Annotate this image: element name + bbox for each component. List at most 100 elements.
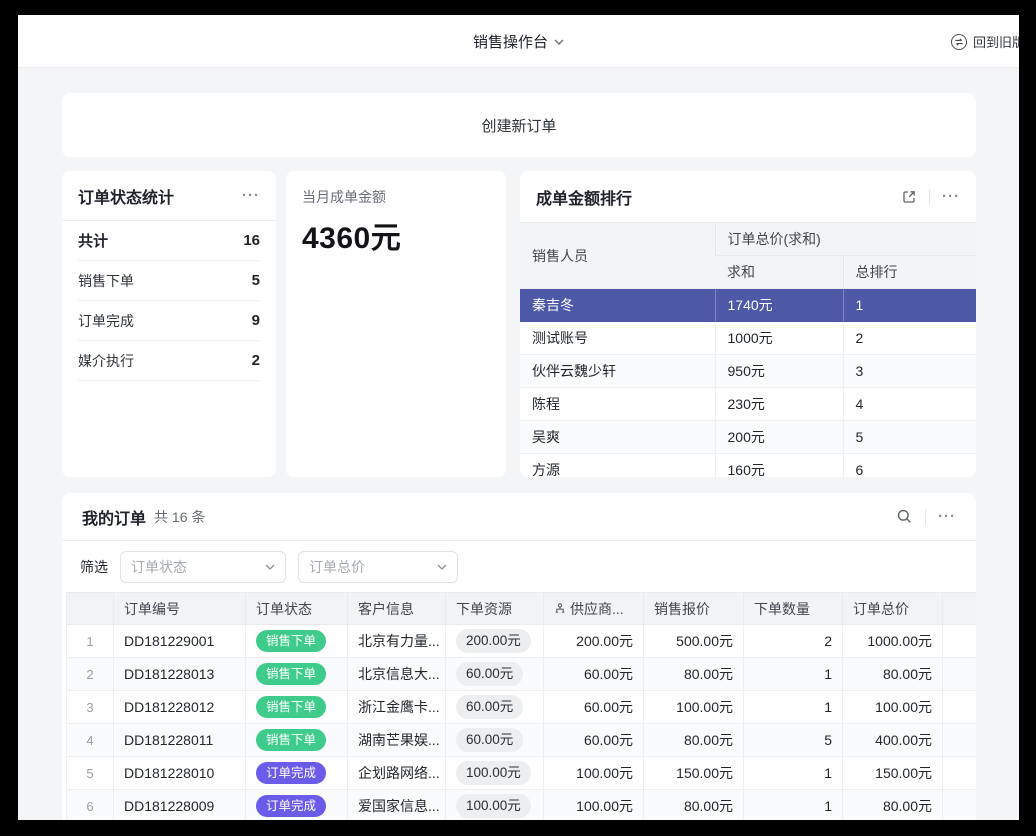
- order-status-cell: 销售下单: [246, 691, 348, 724]
- ranking-col-group: 订单总价(求和): [715, 223, 976, 256]
- order-row[interactable]: 6DD181228009订单完成爱国家信息...100.00元100.00元80…: [67, 790, 977, 821]
- order-row[interactable]: 1DD181229001销售下单北京有力量...200.00元200.00元50…: [67, 625, 977, 658]
- orders-col-2[interactable]: 订单状态: [246, 593, 348, 625]
- more-icon[interactable]: ···: [942, 192, 960, 202]
- page-title: 销售操作台: [473, 31, 548, 52]
- order-number-cell: DD181228012: [114, 691, 246, 724]
- customer-cell: 企划路网络...: [348, 757, 446, 790]
- quantity-cell: 1: [744, 790, 843, 821]
- ranking-sum-cell: 230元: [715, 388, 843, 421]
- search-icon[interactable]: [896, 508, 913, 525]
- open-external-icon[interactable]: [901, 189, 917, 205]
- orders-col-5[interactable]: 供应商...: [544, 593, 644, 625]
- app-window: 销售操作台 回到旧版 创建新订单 订单状态统计 ··· 共计16销售下单5订单完…: [18, 15, 1019, 820]
- lookup-icon: [554, 603, 566, 615]
- extra-cell: [943, 757, 977, 790]
- status-label: 订单完成: [78, 311, 134, 331]
- orders-col-6[interactable]: 销售报价: [644, 593, 744, 625]
- orders-col-7[interactable]: 下单数量: [744, 593, 843, 625]
- ranking-card-title: 成单金额排行: [536, 185, 632, 209]
- status-badge: 订单完成: [256, 795, 326, 817]
- top-bar: 销售操作台 回到旧版: [18, 15, 1019, 68]
- ranking-sum-cell: 1740元: [715, 289, 843, 322]
- ranking-person-cell: 陈程: [520, 388, 715, 421]
- ranking-sum-cell: 200元: [715, 421, 843, 454]
- resource-cell: 60.00元: [446, 658, 544, 691]
- quantity-cell: 5: [744, 724, 843, 757]
- status-badge: 销售下单: [256, 729, 326, 751]
- ranking-row[interactable]: 吴爽200元5: [520, 421, 976, 454]
- order-status-cell: 销售下单: [246, 658, 348, 691]
- ranking-person-cell: 吴爽: [520, 421, 715, 454]
- create-order-label: 创建新订单: [481, 115, 556, 136]
- supplier-cell: 60.00元: [544, 691, 644, 724]
- ranking-row[interactable]: 测试账号1000元2: [520, 322, 976, 355]
- quote-cell: 80.00元: [644, 790, 744, 821]
- ranking-row[interactable]: 陈程230元4: [520, 388, 976, 421]
- order-row-number: 1: [67, 625, 114, 658]
- status-badge: 订单完成: [256, 762, 326, 784]
- ranking-person-cell: 伙伴云魏少轩: [520, 355, 715, 388]
- extra-cell: [943, 625, 977, 658]
- total-cell: 1000.00元: [843, 625, 943, 658]
- resource-pill: 60.00元: [456, 695, 523, 719]
- filter-order-status-select[interactable]: 订单状态: [120, 551, 286, 583]
- status-value: 2: [252, 352, 260, 369]
- status-value: 5: [252, 272, 260, 289]
- filter-order-total-select[interactable]: 订单总价: [298, 551, 458, 583]
- orders-col-1[interactable]: 订单编号: [114, 593, 246, 625]
- filter-bar: 筛选 订单状态 订单总价: [62, 541, 976, 592]
- more-icon[interactable]: ···: [242, 191, 260, 201]
- divider: [929, 189, 930, 205]
- orders-col-3[interactable]: 客户信息: [348, 593, 446, 625]
- total-cell: 80.00元: [843, 790, 943, 821]
- ranking-row[interactable]: 秦吉冬1740元1: [520, 289, 976, 322]
- ranking-person-cell: 测试账号: [520, 322, 715, 355]
- quantity-cell: 1: [744, 658, 843, 691]
- resource-pill: 100.00元: [456, 794, 531, 818]
- ranking-person-cell: 方源: [520, 454, 715, 478]
- ranking-body: 秦吉冬1740元1测试账号1000元2伙伴云魏少轩950元3陈程230元4吴爽2…: [520, 289, 976, 478]
- orders-title: 我的订单: [82, 505, 146, 529]
- total-cell: 150.00元: [843, 757, 943, 790]
- orders-col-extra: [943, 593, 977, 625]
- ranking-rank-cell: 5: [843, 421, 976, 454]
- ranking-row[interactable]: 伙伴云魏少轩950元3: [520, 355, 976, 388]
- back-to-old-version-button[interactable]: 回到旧版: [951, 15, 1019, 68]
- order-row-number: 3: [67, 691, 114, 724]
- resource-pill: 60.00元: [456, 728, 523, 752]
- swap-icon: [951, 34, 967, 50]
- ranking-col-sum: 求和: [715, 256, 843, 289]
- status-value: 16: [243, 232, 260, 249]
- order-status-cell: 订单完成: [246, 757, 348, 790]
- status-row: 订单完成9: [78, 301, 260, 341]
- extra-cell: [943, 724, 977, 757]
- extra-cell: [943, 658, 977, 691]
- status-badge: 销售下单: [256, 696, 326, 718]
- create-order-button[interactable]: 创建新订单: [62, 93, 976, 157]
- order-row[interactable]: 4DD181228011销售下单湖南芒果娱...60.00元60.00元80.0…: [67, 724, 977, 757]
- status-list: 共计16销售下单5订单完成9媒介执行2: [62, 221, 276, 381]
- order-row[interactable]: 5DD181228010订单完成企划路网络...100.00元100.00元15…: [67, 757, 977, 790]
- orders-col-8[interactable]: 订单总价: [843, 593, 943, 625]
- order-row-number: 2: [67, 658, 114, 691]
- order-number-cell: DD181229001: [114, 625, 246, 658]
- total-cell: 100.00元: [843, 691, 943, 724]
- chevron-down-icon: [437, 564, 447, 570]
- divider: [925, 509, 926, 525]
- extra-cell: [943, 790, 977, 821]
- ranking-rank-cell: 4: [843, 388, 976, 421]
- more-icon[interactable]: ···: [938, 512, 956, 522]
- month-amount-label: 当月成单金额: [302, 187, 490, 207]
- extra-cell: [943, 691, 977, 724]
- ranking-table: 销售人员 订单总价(求和) 求和 总排行 秦吉冬1740元1测试账号1000元2…: [520, 222, 976, 477]
- ranking-rank-cell: 6: [843, 454, 976, 478]
- ranking-col-person: 销售人员: [520, 223, 715, 289]
- orders-col-4[interactable]: 下单资源: [446, 593, 544, 625]
- order-row[interactable]: 2DD181228013销售下单北京信息大...60.00元60.00元80.0…: [67, 658, 977, 691]
- orders-count: 共 16 条: [154, 507, 205, 527]
- month-amount-card: 当月成单金额 4360元: [286, 171, 506, 477]
- order-row[interactable]: 3DD181228012销售下单浙江金鹰卡...60.00元60.00元100.…: [67, 691, 977, 724]
- app-title-switcher[interactable]: 销售操作台: [18, 15, 1019, 68]
- ranking-row[interactable]: 方源160元6: [520, 454, 976, 478]
